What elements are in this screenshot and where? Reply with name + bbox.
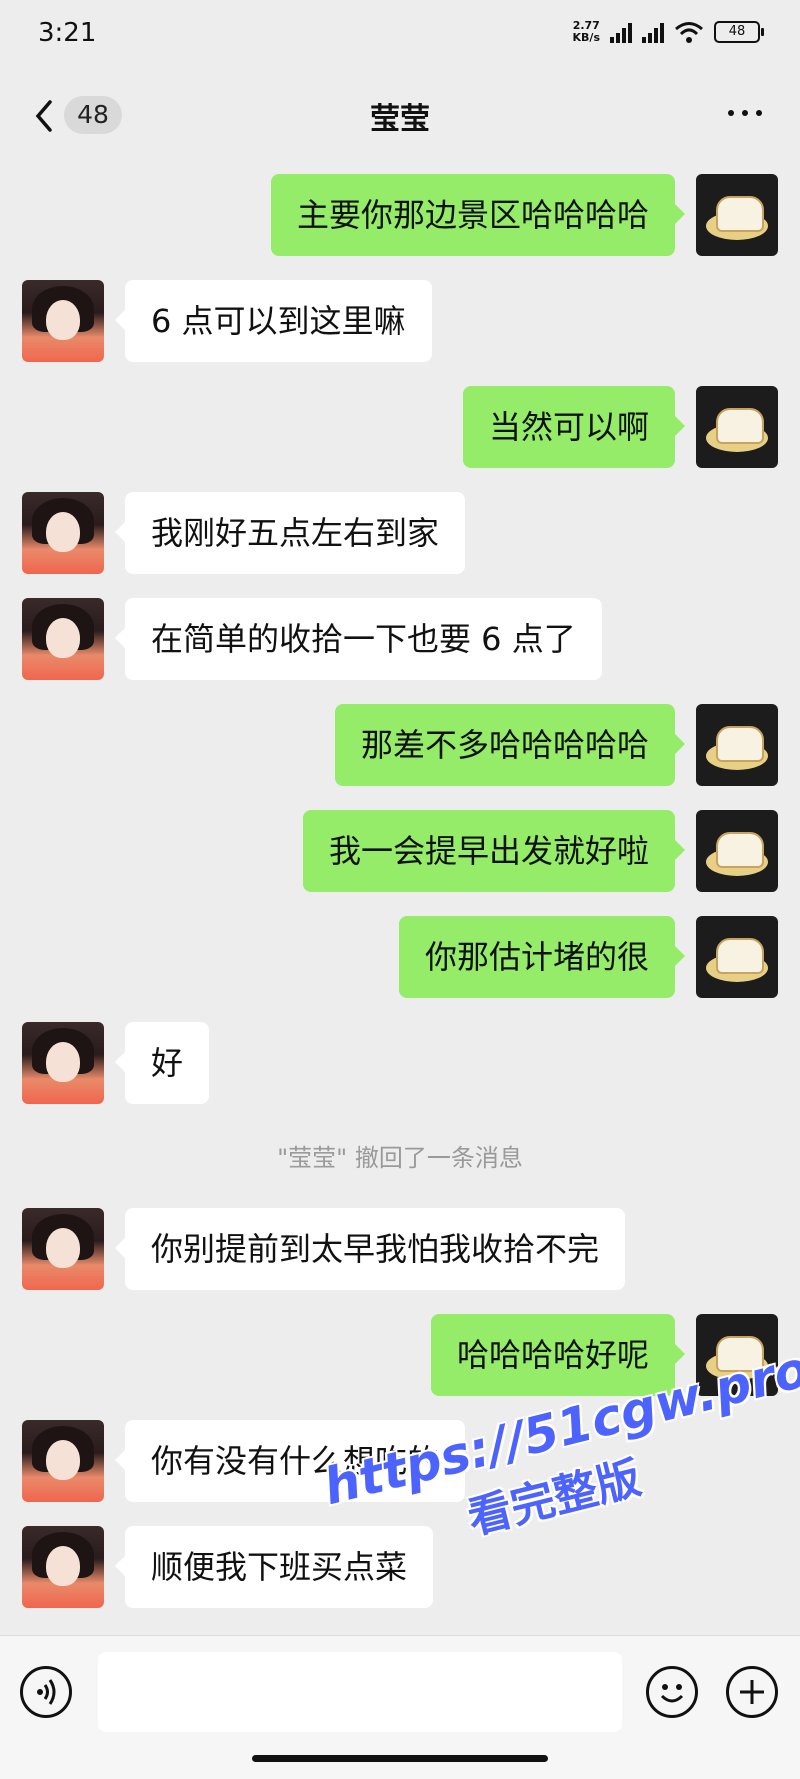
wifi-icon <box>675 22 703 43</box>
contact-avatar[interactable] <box>22 1208 104 1290</box>
plus-icon <box>740 1680 764 1704</box>
message-row-sent: 主要你那边景区哈哈哈哈 <box>0 174 800 256</box>
message-bubble[interactable]: 在简单的收拾一下也要 6 点了 <box>115 598 602 680</box>
self-avatar[interactable] <box>696 916 778 998</box>
contact-avatar[interactable] <box>22 1022 104 1104</box>
message-bubble[interactable]: 主要你那边景区哈哈哈哈 <box>270 174 686 256</box>
emoji-button[interactable] <box>646 1666 698 1718</box>
message-row-sent: 我一会提早出发就好啦 <box>0 810 800 892</box>
message-row-received: 在简单的收拾一下也要 6 点了 <box>0 598 800 680</box>
message-bubble[interactable]: 好 <box>114 1022 210 1104</box>
more-icon[interactable] <box>728 110 762 116</box>
status-time: 3:21 <box>38 18 97 48</box>
contact-avatar[interactable] <box>22 492 104 574</box>
contact-avatar[interactable] <box>22 1420 104 1502</box>
contact-avatar[interactable] <box>22 598 104 680</box>
self-avatar[interactable] <box>696 810 778 892</box>
signal-icon <box>642 21 664 43</box>
message-bubble[interactable]: 我一会提早出发就好啦 <box>302 810 686 892</box>
message-row-sent: 当然可以啊 <box>0 386 800 468</box>
message-row-received: 6 点可以到这里嘛 <box>0 280 800 362</box>
self-avatar[interactable] <box>696 704 778 786</box>
message-row-received: 好 <box>0 1022 800 1104</box>
chat-title: 莹莹 <box>370 102 430 137</box>
net-speed: 2.77 KB/s <box>572 19 600 44</box>
message-row-received: 我刚好五点左右到家 <box>0 492 800 574</box>
chat-header: 48 莹莹 <box>0 80 800 150</box>
plus-button[interactable] <box>726 1666 778 1718</box>
voice-button[interactable] <box>20 1666 72 1718</box>
message-bubble[interactable]: 那差不多哈哈哈哈哈 <box>334 704 686 786</box>
contact-avatar[interactable] <box>22 1526 104 1608</box>
self-avatar[interactable] <box>696 386 778 468</box>
system-notice: "莹莹" 撤回了一条消息 <box>277 1144 523 1172</box>
message-input[interactable] <box>98 1652 622 1732</box>
home-indicator <box>252 1755 548 1762</box>
voice-icon <box>37 1679 56 1705</box>
message-row-sent: 你那估计堵的很 <box>0 916 800 998</box>
message-row-received: 你别提前到太早我怕我收拾不完 <box>0 1208 800 1290</box>
message-row-sent: 那差不多哈哈哈哈哈 <box>0 704 800 786</box>
battery-icon: 48 <box>714 21 764 43</box>
signal-icon <box>610 21 632 43</box>
status-icons: 2.77 KB/s 48 <box>572 19 764 44</box>
message-bubble[interactable]: 6 点可以到这里嘛 <box>115 280 432 362</box>
status-bar: 3:21 2.77 KB/s 48 <box>0 0 800 66</box>
self-avatar[interactable] <box>696 174 778 256</box>
message-bubble[interactable]: 你别提前到太早我怕我收拾不完 <box>114 1208 626 1290</box>
message-bubble[interactable]: 我刚好五点左右到家 <box>114 492 466 574</box>
message-bubble[interactable]: 当然可以啊 <box>462 386 686 468</box>
contact-avatar[interactable] <box>22 280 104 362</box>
emoji-icon <box>660 1684 684 1703</box>
message-bubble[interactable]: 你那估计堵的很 <box>398 916 686 998</box>
